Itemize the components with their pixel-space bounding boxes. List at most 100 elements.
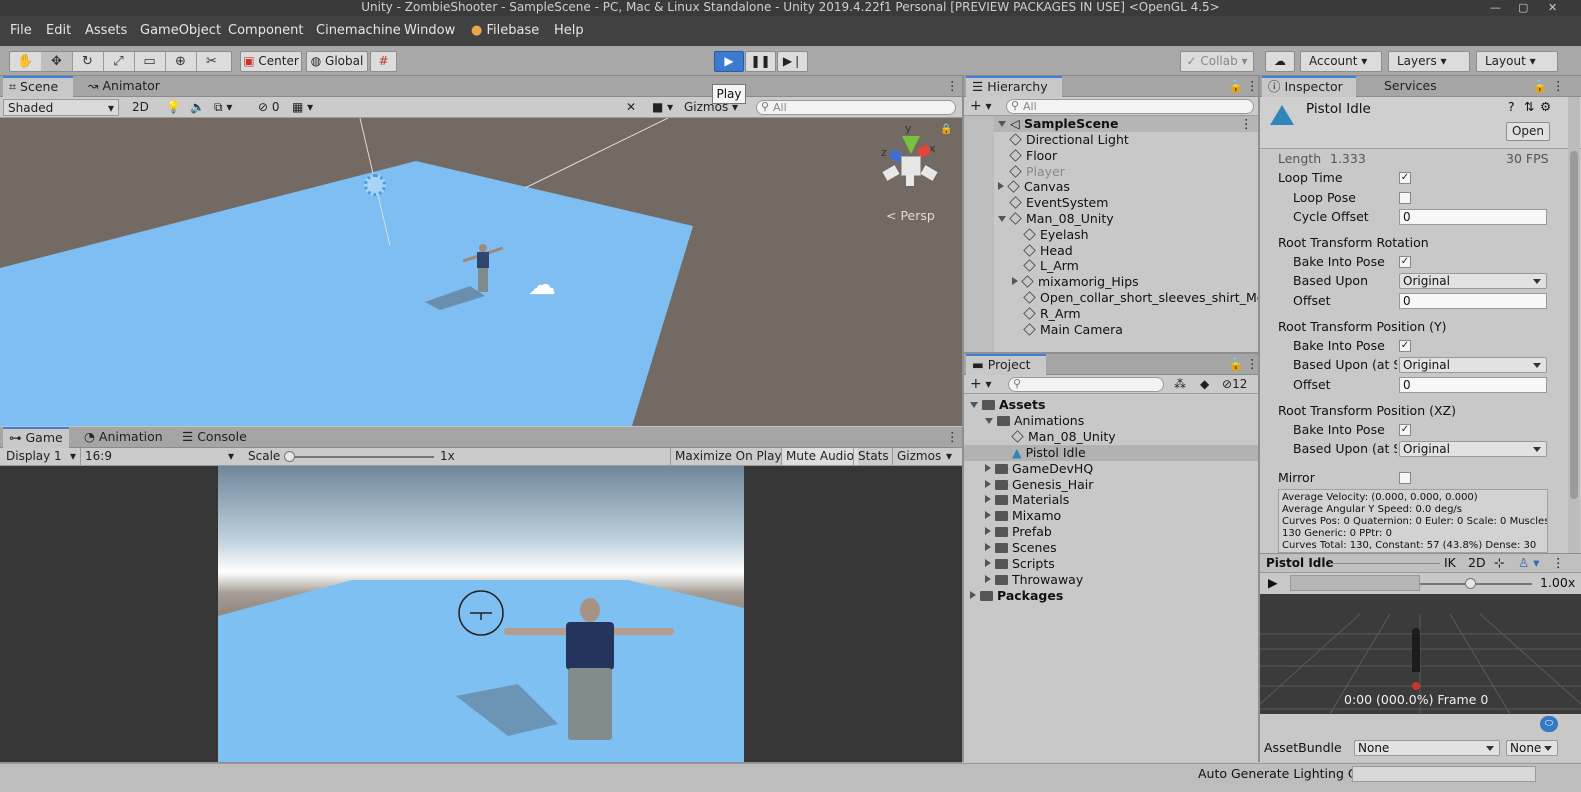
scale-slider-thumb[interactable] — [284, 451, 295, 462]
hierarchy-item[interactable]: Canvas — [998, 179, 1070, 195]
pivot-global-button[interactable]: ◍ Global — [306, 51, 368, 72]
mute-audio-button[interactable]: Mute Audio — [781, 448, 858, 465]
maximize-on-play-button[interactable]: Maximize On Play — [670, 448, 786, 465]
camera-gizmo-icon[interactable]: ☁ — [528, 270, 572, 300]
shading-mode-dropdown[interactable]: Shaded ▾ — [3, 99, 119, 116]
tools-icon[interactable]: ✕ — [622, 99, 640, 116]
project-item[interactable]: Throwaway — [985, 572, 1083, 588]
filter-label-icon[interactable]: ◆ — [1196, 376, 1213, 393]
lock-icon[interactable]: 🔒 — [1222, 354, 1244, 375]
expand-arrow-icon[interactable] — [985, 417, 993, 424]
stats-button[interactable]: Stats — [853, 448, 893, 465]
tab-project[interactable]: ▬ Project — [966, 354, 1046, 375]
rotate-tool-icon[interactable]: ↻ — [72, 52, 104, 71]
collab-button[interactable]: ✓ Collab ▾ — [1180, 51, 1254, 72]
expand-arrow-icon[interactable] — [985, 463, 991, 472]
orientation-gizmo[interactable]: y x z — [878, 122, 944, 194]
expand-arrow-icon[interactable] — [985, 574, 991, 583]
menu-help[interactable]: Help — [554, 23, 584, 38]
hierarchy-menu-icon[interactable]: ⋮ — [1240, 76, 1259, 97]
hierarchy-item[interactable]: Man_08_Unity — [998, 211, 1114, 227]
loop-time-checkbox[interactable]: ✓ — [1399, 172, 1411, 184]
hierarchy-item[interactable]: EventSystem — [1009, 195, 1108, 211]
expand-arrow-icon[interactable] — [985, 511, 991, 520]
lock-icon[interactable]: 🔒 — [1526, 76, 1548, 97]
lighting-icon[interactable]: 💡 — [162, 99, 185, 116]
tab-animation[interactable]: ◔ Animation — [78, 427, 168, 448]
layout-dropdown[interactable]: Layout ▾ — [1476, 51, 1558, 72]
inspector-menu-icon[interactable]: ⋮ — [1546, 76, 1565, 97]
layers-dropdown[interactable]: Layers ▾ — [1388, 51, 1470, 72]
grid-icon[interactable]: ▦ ▾ — [288, 99, 317, 116]
project-item[interactable]: Prefab — [985, 524, 1052, 540]
account-dropdown[interactable]: Account ▾ — [1300, 51, 1382, 72]
preview-menu-icon[interactable]: ⋮ — [1552, 554, 1565, 572]
project-item[interactable]: Genesis_Hair — [985, 477, 1093, 493]
lock-icon[interactable]: 🔒 — [1222, 76, 1244, 97]
scene-panel-menu-icon[interactable]: ⋮ — [940, 76, 959, 97]
mirror-checkbox[interactable] — [1399, 472, 1411, 484]
cloud-button[interactable]: ☁ — [1265, 51, 1295, 72]
help-icon[interactable]: ? — [1508, 98, 1515, 116]
tab-animator[interactable]: ↝ Animator — [82, 76, 172, 97]
tab-services[interactable]: Services — [1378, 76, 1448, 97]
project-item[interactable]: Mixamo — [985, 508, 1061, 524]
hidden-objects-toggle[interactable]: ⊘ 0 — [254, 99, 284, 116]
persp-label[interactable]: < Persp — [886, 208, 935, 223]
minimize-icon[interactable]: — — [1490, 0, 1501, 15]
menu-filebase[interactable]: ● Filebase — [471, 23, 539, 38]
posxz-bake-checkbox[interactable]: ✓ — [1399, 424, 1411, 436]
inspector-scrollbar[interactable] — [1568, 97, 1580, 553]
light-gizmo-icon[interactable] — [364, 174, 386, 196]
game-panel-menu-icon[interactable]: ⋮ — [940, 427, 959, 448]
hierarchy-item[interactable]: Open_collar_short_sleeves_shirt_Mer — [1023, 290, 1270, 306]
inspector-scroll-thumb[interactable] — [1570, 151, 1578, 499]
rot-based-upon-dropdown[interactable]: Original — [1399, 273, 1547, 289]
hierarchy-search-input[interactable]: ⚲ All — [1006, 99, 1254, 114]
move-tool-icon[interactable]: ✥ — [41, 52, 73, 71]
hierarchy-item[interactable]: R_Arm — [1023, 306, 1081, 322]
open-button[interactable]: Open — [1506, 122, 1550, 141]
preview-speed-thumb[interactable] — [1465, 578, 1476, 589]
effects-icon[interactable]: ⧉ ▾ — [210, 99, 236, 116]
expand-arrow-icon[interactable] — [985, 479, 991, 488]
scene-header-row[interactable]: ◁ SampleScene ⋮ — [964, 116, 1258, 132]
create-dropdown[interactable]: + ▾ — [966, 376, 996, 393]
scale-tool-icon[interactable]: ⤢ — [103, 52, 135, 71]
menu-assets[interactable]: Assets — [85, 23, 127, 38]
expand-arrow-icon[interactable] — [985, 559, 991, 567]
project-item[interactable]: GameDevHQ — [985, 461, 1093, 477]
hierarchy-item[interactable]: Floor — [1009, 148, 1057, 164]
expand-arrow-icon[interactable] — [985, 495, 991, 504]
pivot-icon[interactable]: ⊹ — [1494, 554, 1504, 572]
project-item[interactable]: Materials — [985, 492, 1069, 508]
lock-icon[interactable]: 🔒 — [940, 124, 952, 135]
tab-console[interactable]: ☰ Console — [176, 427, 256, 448]
expand-arrow-icon[interactable] — [970, 402, 978, 408]
preview-scrubber[interactable] — [1290, 575, 1420, 591]
project-item[interactable]: ▲ Pistol Idle — [1012, 445, 1086, 461]
posy-bake-checkbox[interactable]: ✓ — [1399, 340, 1411, 352]
menu-gameobject[interactable]: GameObject — [140, 23, 221, 38]
preview-drag-handle[interactable] — [1330, 563, 1440, 564]
preview-speed-slider[interactable] — [1420, 583, 1532, 585]
project-menu-icon[interactable]: ⋮ — [1240, 354, 1259, 375]
preview-viewport[interactable]: 0:00 (000.0%) Frame 0 — [1260, 594, 1581, 714]
posxz-based-upon-dropdown[interactable]: Original — [1399, 441, 1547, 457]
menu-window[interactable]: Window — [404, 23, 455, 38]
hierarchy-item[interactable]: Main Camera — [1023, 322, 1123, 338]
create-dropdown[interactable]: + ▾ — [966, 98, 996, 115]
maximize-icon[interactable]: ▢ — [1518, 0, 1528, 15]
project-item[interactable]: Scripts — [985, 556, 1055, 572]
preview-2d-toggle[interactable]: 2D — [1468, 554, 1486, 572]
game-viewport[interactable] — [218, 466, 744, 762]
menu-edit[interactable]: Edit — [46, 23, 71, 38]
game-gizmos-button[interactable]: Gizmos — [892, 448, 945, 465]
posy-offset-field[interactable]: 0 — [1399, 377, 1547, 393]
hierarchy-item[interactable]: mixamorig_Hips — [1012, 274, 1139, 290]
menu-file[interactable]: File — [10, 23, 32, 38]
rot-offset-field[interactable]: 0 — [1399, 293, 1547, 309]
menu-component[interactable]: Component — [228, 23, 303, 38]
tab-scene[interactable]: ⌗ Scene — [3, 76, 73, 97]
tab-game[interactable]: ⊶ Game — [3, 427, 69, 448]
